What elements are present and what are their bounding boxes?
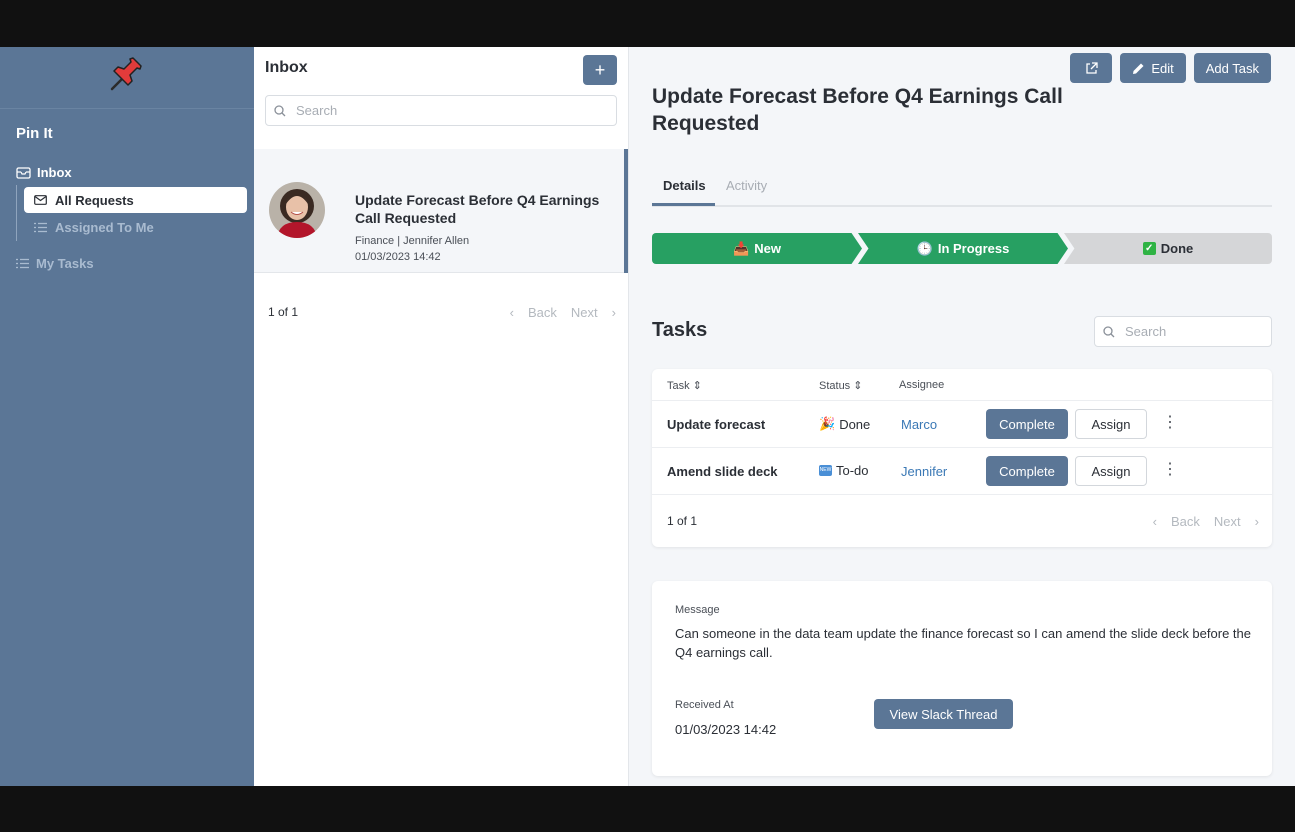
page-count: 1 of 1 <box>268 305 299 319</box>
chevron-right-icon[interactable]: › <box>612 305 616 320</box>
add-request-button[interactable]: + <box>583 55 617 85</box>
inbox-icon <box>16 166 31 179</box>
step-in-progress[interactable]: 🕒 In Progress <box>858 233 1068 264</box>
active-indicator <box>624 149 628 273</box>
step-new[interactable]: 📥 New <box>652 233 862 264</box>
search-icon <box>1103 325 1115 337</box>
message-text: Can someone in the data team update the … <box>675 626 1251 660</box>
add-task-button[interactable]: Add Task <box>1193 53 1271 83</box>
status-label: To-do <box>836 463 869 478</box>
chevron-right-icon[interactable]: › <box>1255 514 1259 529</box>
task-name: Update forecast <box>667 417 766 432</box>
column-header-assignee: Assignee <box>899 379 945 391</box>
sidebar-item-label: My Tasks <box>36 256 94 271</box>
step-label: New <box>754 241 781 256</box>
tab-activity[interactable]: Activity <box>726 178 767 193</box>
party-popper-icon: 🎉 <box>819 416 836 431</box>
inbox-search <box>265 95 617 126</box>
back-button[interactable]: Back <box>1171 514 1200 529</box>
inbox-tray-icon: 📥 <box>733 240 750 256</box>
tasks-table: Task ⇕ Status ⇕ Assignee Update forecast… <box>652 369 1272 547</box>
more-options-icon[interactable]: ⋮ <box>1162 415 1178 431</box>
column-header-status[interactable]: Status ⇕ <box>819 379 862 392</box>
chevron-left-icon[interactable]: ‹ <box>1153 514 1157 529</box>
request-meta: Finance | Jennifer Allen 01/03/2023 14:4… <box>355 233 469 265</box>
sidebar-item-inbox[interactable]: Inbox <box>16 165 72 180</box>
list-item[interactable]: Update Forecast Before Q4 Earnings Call … <box>254 149 628 273</box>
sidebar-item-label: All Requests <box>55 192 134 208</box>
active-tab-indicator <box>652 203 715 206</box>
envelope-icon <box>34 195 47 205</box>
tasks-search-input[interactable] <box>1125 324 1265 339</box>
sidebar-item-label: Assigned To Me <box>55 220 154 235</box>
logo-area <box>0 47 254 109</box>
page-count: 1 of 1 <box>667 514 698 528</box>
app-name: Pin It <box>16 125 53 142</box>
sidebar-item-all-requests[interactable]: All Requests <box>24 187 247 213</box>
tasks-search <box>1094 316 1272 347</box>
search-icon <box>274 104 286 116</box>
new-icon: NEW <box>819 465 832 476</box>
request-date: 01/03/2023 14:42 <box>355 251 441 263</box>
step-label: In Progress <box>937 241 1010 256</box>
sidebar-item-label: Inbox <box>37 165 72 180</box>
more-options-icon[interactable]: ⋮ <box>1162 462 1178 478</box>
chevron-left-icon[interactable]: ‹ <box>510 305 514 320</box>
table-header: Task ⇕ Status ⇕ Assignee <box>652 369 1272 401</box>
inbox-title: Inbox <box>265 59 308 76</box>
step-label: Done <box>1160 241 1194 256</box>
external-link-icon <box>1086 61 1098 74</box>
sidebar: Pin It Inbox All Requests Assigned To Me… <box>0 47 254 786</box>
list-icon <box>34 222 47 233</box>
step-done[interactable]: ✓ Done <box>1064 233 1272 264</box>
received-at-label: Received At <box>675 699 734 711</box>
message-card: Message Can someone in the data team upd… <box>652 581 1272 776</box>
assignee-link[interactable]: Marco <box>901 417 937 432</box>
sidebar-item-assigned-to-me[interactable]: Assigned To Me <box>34 220 154 235</box>
pencil-icon <box>1133 63 1144 74</box>
tab-details[interactable]: Details <box>663 178 706 193</box>
nav-tree-line <box>16 185 17 241</box>
tab-bar: Details Activity <box>652 173 1272 207</box>
view-slack-thread-button[interactable]: View Slack Thread <box>874 699 1013 729</box>
tasks-heading: Tasks <box>652 319 708 341</box>
next-button[interactable]: Next <box>1214 514 1241 529</box>
top-actions: Edit Add Task <box>1070 53 1271 83</box>
edit-label: Edit <box>1151 60 1174 76</box>
app-window: Pin It Inbox All Requests Assigned To Me… <box>0 47 1295 786</box>
tasks-pager: 1 of 1 ‹ Back Next › <box>667 514 1259 529</box>
clock-icon: 🕒 <box>916 240 933 256</box>
back-button[interactable]: Back <box>528 305 557 320</box>
check-mark-icon: ✓ <box>1142 242 1156 255</box>
complete-button[interactable]: Complete <box>986 456 1068 486</box>
assign-button[interactable]: Assign <box>1075 409 1147 439</box>
complete-button[interactable]: Complete <box>986 409 1068 439</box>
sidebar-item-my-tasks[interactable]: My Tasks <box>16 256 94 271</box>
inbox-pager: 1 of 1 ‹ Back Next › <box>268 305 616 320</box>
message-label: Message <box>675 604 720 616</box>
received-at-value: 01/03/2023 14:42 <box>675 722 777 737</box>
task-status: 🎉 Done <box>819 416 870 432</box>
request-source: Finance | Jennifer Allen <box>355 235 470 247</box>
list-icon <box>16 258 29 269</box>
request-detail: Edit Add Task Update Forecast Before Q4 … <box>629 47 1295 786</box>
request-title: Update Forecast Before Q4 Earnings Call … <box>355 192 600 226</box>
table-row: Update forecast 🎉 Done Marco Complete As… <box>652 401 1272 448</box>
status-label: Done <box>839 416 871 432</box>
inbox-panel: Inbox + Update Forecast Before Q4 Earnin… <box>254 47 629 786</box>
column-header-task[interactable]: Task ⇕ <box>667 379 702 392</box>
assign-button[interactable]: Assign <box>1075 456 1147 486</box>
table-row: Amend slide deck NEW To-do Jennifer Comp… <box>652 448 1272 495</box>
inbox-search-input[interactable] <box>296 103 596 118</box>
open-external-button[interactable] <box>1070 53 1113 83</box>
task-name: Amend slide deck <box>667 464 778 479</box>
page-title: Update Forecast Before Q4 Earnings Call … <box>652 85 1063 135</box>
avatar <box>269 182 325 238</box>
task-status: NEW To-do <box>819 463 869 478</box>
assignee-link[interactable]: Jennifer <box>901 464 947 479</box>
next-button[interactable]: Next <box>571 305 598 320</box>
pushpin-icon <box>110 57 142 91</box>
edit-button[interactable]: Edit <box>1120 53 1186 83</box>
status-progress: 📥 New 🕒 In Progress ✓ Done <box>652 233 1272 264</box>
